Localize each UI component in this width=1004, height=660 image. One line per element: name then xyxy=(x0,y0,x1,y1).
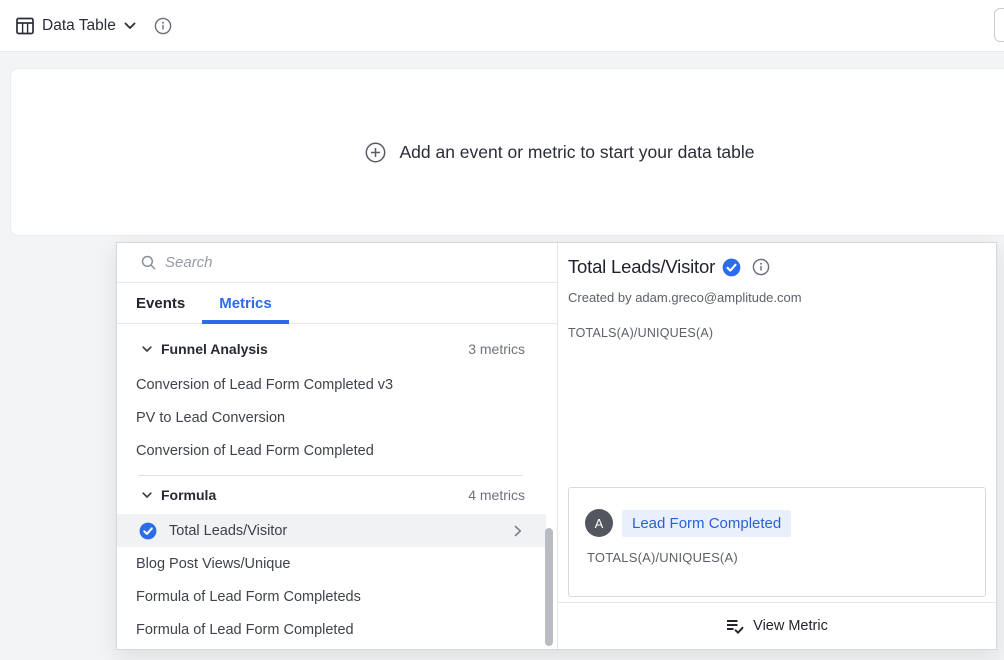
section-header-funnel-analysis[interactable]: Funnel Analysis 3 metrics xyxy=(117,330,557,368)
section-count: 4 metrics xyxy=(468,487,525,503)
card-formula: TOTALS(A)/UNIQUES(A) xyxy=(587,550,969,565)
list-item[interactable]: Conversion of Lead Form Completed v3 xyxy=(117,368,557,401)
tab-events[interactable]: Events xyxy=(119,283,202,323)
event-letter-avatar: A xyxy=(585,509,613,537)
list-item[interactable]: PV to Lead Conversion xyxy=(117,401,557,434)
metric-list-panel: Events Metrics Funnel Analysis 3 metrics… xyxy=(117,243,558,649)
list-item[interactable]: Conversion of Lead Form Completed xyxy=(117,434,557,467)
search-input[interactable] xyxy=(165,254,541,271)
list-item-label: Formula of Lead Form Completed xyxy=(136,622,354,638)
list-item-label: Conversion of Lead Form Completed xyxy=(136,443,374,459)
data-table-dropdown[interactable]: Data Table xyxy=(16,17,136,35)
metric-list: Funnel Analysis 3 metrics Conversion of … xyxy=(117,324,557,649)
tab-metrics[interactable]: Metrics xyxy=(202,283,289,323)
empty-state-message: Add an event or metric to start your dat… xyxy=(399,142,754,163)
picker-tabs: Events Metrics xyxy=(117,283,557,324)
section-name: Funnel Analysis xyxy=(161,341,268,357)
scrollbar-thumb[interactable] xyxy=(545,528,553,646)
page-title: Data Table xyxy=(42,17,116,35)
search-bar xyxy=(117,243,557,283)
chevron-down-icon xyxy=(142,492,152,499)
list-item-label: Total Leads/Visitor xyxy=(169,523,287,539)
verified-badge-icon xyxy=(722,258,741,277)
list-item-label: Conversion of Lead Form Completed v3 xyxy=(136,377,393,393)
info-icon[interactable] xyxy=(154,17,172,35)
view-metric-button[interactable]: View Metric xyxy=(558,602,996,649)
chevron-down-icon xyxy=(124,22,136,30)
empty-data-table-card: Add an event or metric to start your dat… xyxy=(10,68,1004,236)
chevron-right-icon xyxy=(514,525,522,537)
tab-events-label: Events xyxy=(136,295,185,312)
add-event-or-metric-button[interactable]: Add an event or metric to start your dat… xyxy=(365,142,754,163)
list-item[interactable]: Formula of Lead Form Completed xyxy=(117,613,557,646)
topbar-edge-button[interactable] xyxy=(994,8,1004,42)
list-item-selected[interactable]: Total Leads/Visitor xyxy=(117,514,546,547)
list-item-label: PV to Lead Conversion xyxy=(136,410,285,426)
metric-picker-popup: Events Metrics Funnel Analysis 3 metrics… xyxy=(116,242,997,650)
section-header-formula[interactable]: Formula 4 metrics xyxy=(117,476,557,514)
list-item-label: Blog Post Views/Unique xyxy=(136,556,291,572)
list-item[interactable]: Formula of Lead Form Completeds xyxy=(117,580,557,613)
section-count: 3 metrics xyxy=(468,341,525,357)
data-table-icon xyxy=(16,17,34,35)
top-bar: Data Table xyxy=(0,0,1004,52)
chevron-down-icon xyxy=(142,346,152,353)
view-metric-label: View Metric xyxy=(753,618,828,634)
event-name-chip[interactable]: Lead Form Completed xyxy=(622,510,791,537)
metric-definition-card: A Lead Form Completed TOTALS(A)/UNIQUES(… xyxy=(568,487,986,597)
list-item[interactable]: Blog Post Views/Unique xyxy=(117,547,557,580)
list-item-label: Formula of Lead Form Completeds xyxy=(136,589,361,605)
info-icon[interactable] xyxy=(752,258,770,276)
list-check-icon xyxy=(726,618,745,635)
metric-detail-panel: Total Leads/Visitor Created by adam.grec… xyxy=(558,243,996,649)
plus-circle-icon xyxy=(365,142,386,163)
search-icon xyxy=(141,255,156,270)
verified-badge-icon xyxy=(139,522,157,540)
section-name: Formula xyxy=(161,487,216,503)
metric-formula: TOTALS(A)/UNIQUES(A) xyxy=(568,326,986,340)
metric-title: Total Leads/Visitor xyxy=(568,256,715,278)
tab-metrics-label: Metrics xyxy=(219,295,272,312)
metric-created-by: Created by adam.greco@amplitude.com xyxy=(568,290,986,305)
data-table-canvas: Add an event or metric to start your dat… xyxy=(0,52,1004,660)
